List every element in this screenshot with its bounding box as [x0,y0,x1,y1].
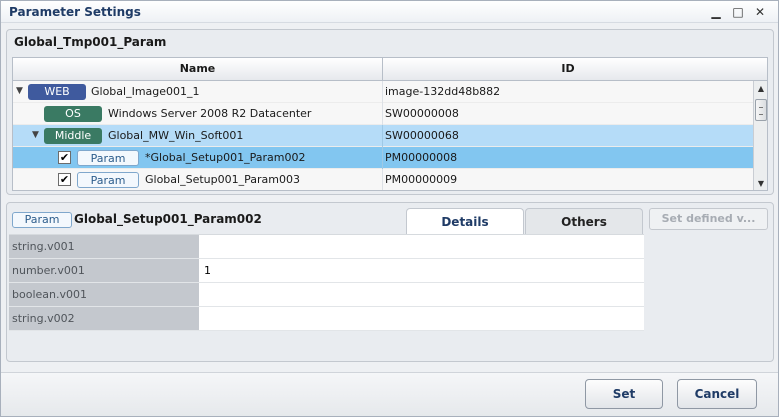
parameter-settings-window: Parameter Settings ▁ □ ✕ Global_Tmp001_P… [0,0,779,417]
row-label: Global_Image001_1 [91,85,200,98]
row-id: image-132dd48b882 [385,85,501,98]
param-tag: Param [12,212,72,228]
tab-others[interactable]: Others [525,208,643,235]
window-title: Parameter Settings [9,5,141,19]
property-label: boolean.v001 [9,283,199,306]
name-cell: ✔ Param *Global_Setup001_Param002 [13,147,383,169]
scroll-down-icon[interactable]: ▼ [755,177,767,190]
property-label: number.v001 [9,259,199,282]
column-header-id[interactable]: ID [383,58,753,80]
row-label: Global_Setup001_Param003 [145,173,300,186]
set-button[interactable]: Set [585,379,663,409]
template-name: Global_Tmp001_Param [14,35,167,49]
param-tag: Param [77,150,139,166]
row-id: SW00000008 [385,107,459,120]
expand-arrow-icon[interactable]: ▼ [16,86,23,96]
row-checkbox[interactable]: ✔ [58,173,71,186]
name-cell: ✔ Param Global_Setup001_Param003 [13,169,383,190]
set-defined-value-button[interactable]: Set defined v... [649,208,768,230]
minimize-icon[interactable]: ▁ [708,4,724,20]
name-cell: ▼ WEB Global_Image001_1 [13,81,383,103]
row-label: Windows Server 2008 R2 Datacenter [108,107,312,120]
title-bar[interactable]: Parameter Settings ▁ □ ✕ [1,1,778,23]
name-cell: ▼ Middle Global_MW_Win_Soft001 [13,125,383,147]
scroll-thumb[interactable] [755,99,767,121]
selected-param-name: Global_Setup001_Param002 [74,212,262,226]
row-id: SW00000068 [385,129,459,142]
tree-grid: Name ID ▼ WEB Global_Image001_1 image-13… [12,57,768,191]
cancel-button[interactable]: Cancel [677,379,757,409]
row-checkbox[interactable]: ✔ [58,151,71,164]
column-header-name[interactable]: Name [13,58,383,80]
scroll-up-icon[interactable]: ▲ [755,82,767,95]
template-panel: Global_Tmp001_Param Name ID ▼ WEB Global… [6,29,774,195]
row-label: *Global_Setup001_Param002 [145,151,306,164]
expand-arrow-icon[interactable]: ▼ [32,130,39,140]
name-cell: OS Windows Server 2008 R2 Datacenter [13,103,383,125]
property-label: string.v001 [9,235,199,258]
param-tag: Param [77,172,139,188]
property-row: string.v002 [9,307,644,331]
property-label: string.v002 [9,307,199,330]
tree-row-os[interactable]: OS Windows Server 2008 R2 Datacenter SW0… [13,103,753,125]
tree-row-param-003[interactable]: ✔ Param Global_Setup001_Param003 PM00000… [13,169,753,190]
row-id: PM00000009 [385,173,458,186]
maximize-icon[interactable]: □ [730,4,746,20]
tree-row-param-002[interactable]: ✔ Param *Global_Setup001_Param002 PM0000… [13,147,753,169]
web-tag: WEB [28,84,86,100]
parameter-detail-panel: Param Global_Setup001_Param002 Details O… [6,202,774,362]
property-row: boolean.v001 [9,283,644,307]
tree-row-web[interactable]: ▼ WEB Global_Image001_1 image-132dd48b88… [13,81,753,103]
property-row: string.v001 [9,235,644,259]
close-icon[interactable]: ✕ [752,4,768,20]
tab-details[interactable]: Details [406,208,524,235]
tree-row-middle[interactable]: ▼ Middle Global_MW_Win_Soft001 SW0000006… [13,125,753,147]
property-row: number.v001 1 [9,259,644,283]
property-value-field[interactable]: 1 [204,259,211,282]
dialog-footer: Set Cancel [1,372,778,416]
row-id: PM00000008 [385,151,458,164]
os-tag: OS [44,106,102,122]
vertical-scrollbar[interactable]: ▲ ▼ [753,81,767,190]
grid-header: Name ID [13,58,767,81]
properties-table: string.v001 number.v001 1 boolean.v001 s… [9,234,644,331]
row-label: Global_MW_Win_Soft001 [108,129,244,142]
middle-tag: Middle [44,128,102,144]
